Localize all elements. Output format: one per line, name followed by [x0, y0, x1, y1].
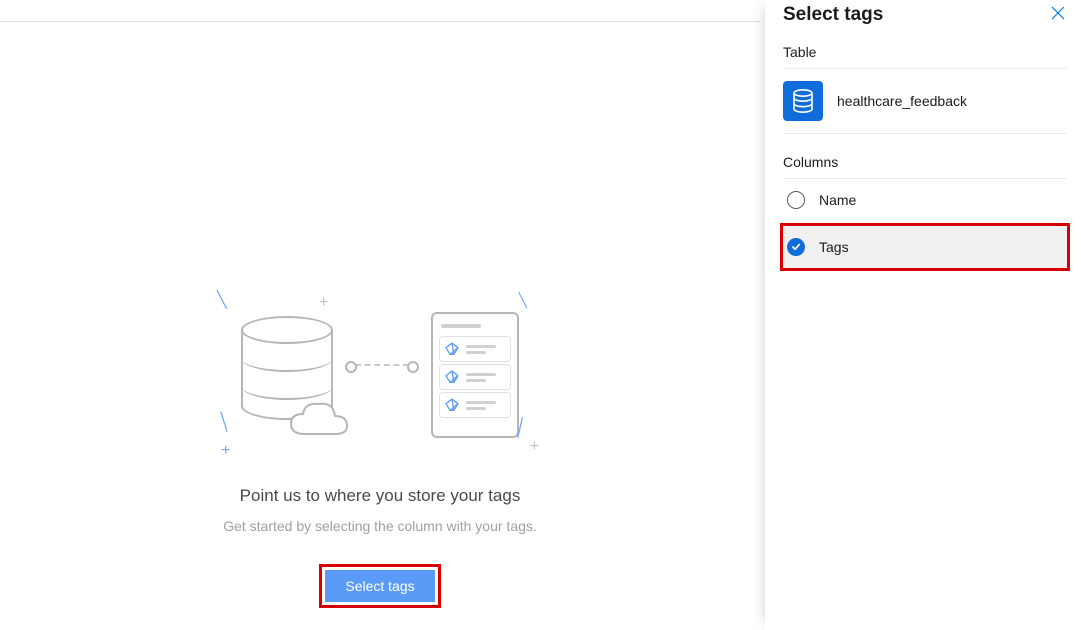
column-option[interactable]: Tags [783, 226, 1067, 268]
select-tags-button-highlight: Select tags [319, 564, 440, 608]
tag-icon [444, 341, 460, 357]
table-section-label: Table [783, 44, 1067, 69]
table-row: healthcare_feedback [783, 69, 1067, 134]
radio-checked-icon [787, 238, 805, 256]
column-name: Name [819, 192, 856, 208]
column-option[interactable]: Name [783, 179, 1067, 221]
sparkle-icon: + [319, 294, 328, 312]
tags-list-illustration [431, 312, 519, 438]
table-name: healthcare_feedback [837, 93, 967, 109]
top-bar [0, 0, 760, 22]
column-name: Tags [819, 239, 849, 255]
connector-line [355, 364, 409, 366]
radio-unchecked-icon [787, 191, 805, 209]
sparkle-icon: ╲ [519, 292, 527, 309]
database-icon [241, 316, 333, 434]
sparkle-icon: + [530, 438, 539, 456]
columns-section-label: Columns [783, 154, 1067, 179]
empty-state-title: Point us to where you store your tags [240, 486, 521, 506]
select-tags-panel: Select tags Table healthcare_feedback Co… [765, 0, 1081, 630]
tag-icon [444, 397, 460, 413]
sparkle-icon: + [221, 442, 230, 460]
database-icon [783, 81, 823, 121]
empty-state-illustration: ╲ + + ╲ + ╲ ╲ [241, 312, 519, 438]
column-option-highlight: Tags [780, 223, 1070, 271]
empty-state: ╲ + + ╲ + ╲ ╲ [0, 22, 760, 630]
sparkle-icon: ╲ [217, 411, 230, 432]
cloud-icon [287, 400, 351, 440]
tag-icon [444, 369, 460, 385]
empty-state-subtitle: Get started by selecting the column with… [223, 518, 537, 534]
sparkle-icon: ╲ [217, 290, 227, 310]
close-icon[interactable] [1049, 4, 1067, 26]
select-tags-button[interactable]: Select tags [325, 570, 434, 602]
panel-title: Select tags [783, 4, 883, 26]
